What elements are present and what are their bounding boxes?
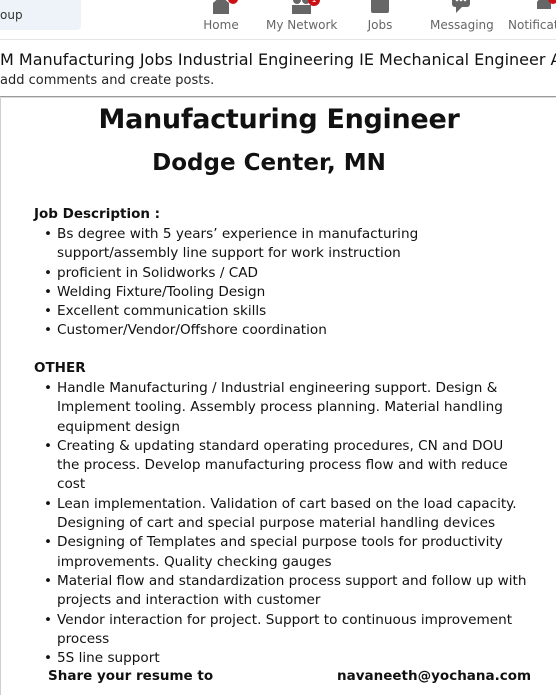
list-item: Vendor interaction for project. Support … bbox=[44, 611, 529, 650]
share-resume-label: Share your resume to bbox=[48, 668, 214, 684]
list-item: Customer/Vendor/Offshore coordination bbox=[44, 321, 427, 341]
nav-notifications-label: Notificati bbox=[508, 18, 556, 32]
nav-jobs[interactable]: Jobs bbox=[362, 0, 398, 40]
job-description-list: Bs degree with 5 years’ experience in ma… bbox=[44, 225, 427, 341]
job-description-heading: Job Description : bbox=[34, 206, 161, 222]
nav-messaging-label: Messaging bbox=[430, 18, 494, 32]
nav-home[interactable]: Home bbox=[200, 0, 242, 40]
nav-messaging[interactable]: Messaging bbox=[430, 0, 494, 40]
top-navigation-bar: oup Home 1 My Network Jobs Messaging bbox=[0, 0, 556, 40]
job-title: Manufacturing Engineer bbox=[98, 104, 460, 135]
list-item: Handle Manufacturing / Industrial engine… bbox=[44, 379, 529, 437]
other-heading: OTHER bbox=[34, 360, 86, 376]
list-item: proficient in Solidworks / CAD bbox=[44, 264, 427, 284]
nav-notifications[interactable]: Notificati bbox=[506, 0, 556, 40]
list-item: Designing of Templates and special purpo… bbox=[44, 533, 529, 572]
list-item: Creating & updating standard operating p… bbox=[44, 437, 529, 495]
list-item: Lean implementation. Validation of cart … bbox=[44, 495, 529, 534]
nav-jobs-label: Jobs bbox=[367, 18, 393, 32]
nav-my-network-label: My Network bbox=[266, 18, 338, 32]
search-input[interactable]: oup bbox=[0, 0, 81, 30]
list-item: Welding Fixture/Tooling Design bbox=[44, 283, 427, 303]
job-post-image: Manufacturing Engineer Dodge Center, MN … bbox=[0, 98, 556, 695]
messaging-icon bbox=[452, 0, 470, 13]
list-item: Excellent communication skills bbox=[44, 302, 427, 322]
other-list: Handle Manufacturing / Industrial engine… bbox=[44, 379, 529, 669]
list-item: Bs degree with 5 years’ experience in ma… bbox=[44, 225, 427, 264]
group-header: M Manufacturing Jobs Industrial Engineer… bbox=[0, 41, 556, 97]
briefcase-icon bbox=[371, 0, 389, 13]
group-subtitle: add comments and create posts. bbox=[0, 73, 215, 88]
nav-my-network[interactable]: 1 My Network bbox=[266, 0, 338, 40]
contact-email: navaneeth@yochana.com bbox=[337, 668, 532, 684]
nav-home-label: Home bbox=[203, 18, 239, 32]
job-location: Dodge Center, MN bbox=[152, 150, 386, 176]
list-item: 5S line support bbox=[44, 649, 529, 669]
group-title[interactable]: M Manufacturing Jobs Industrial Engineer… bbox=[0, 50, 556, 69]
list-item: Material flow and standardization proces… bbox=[44, 572, 529, 611]
